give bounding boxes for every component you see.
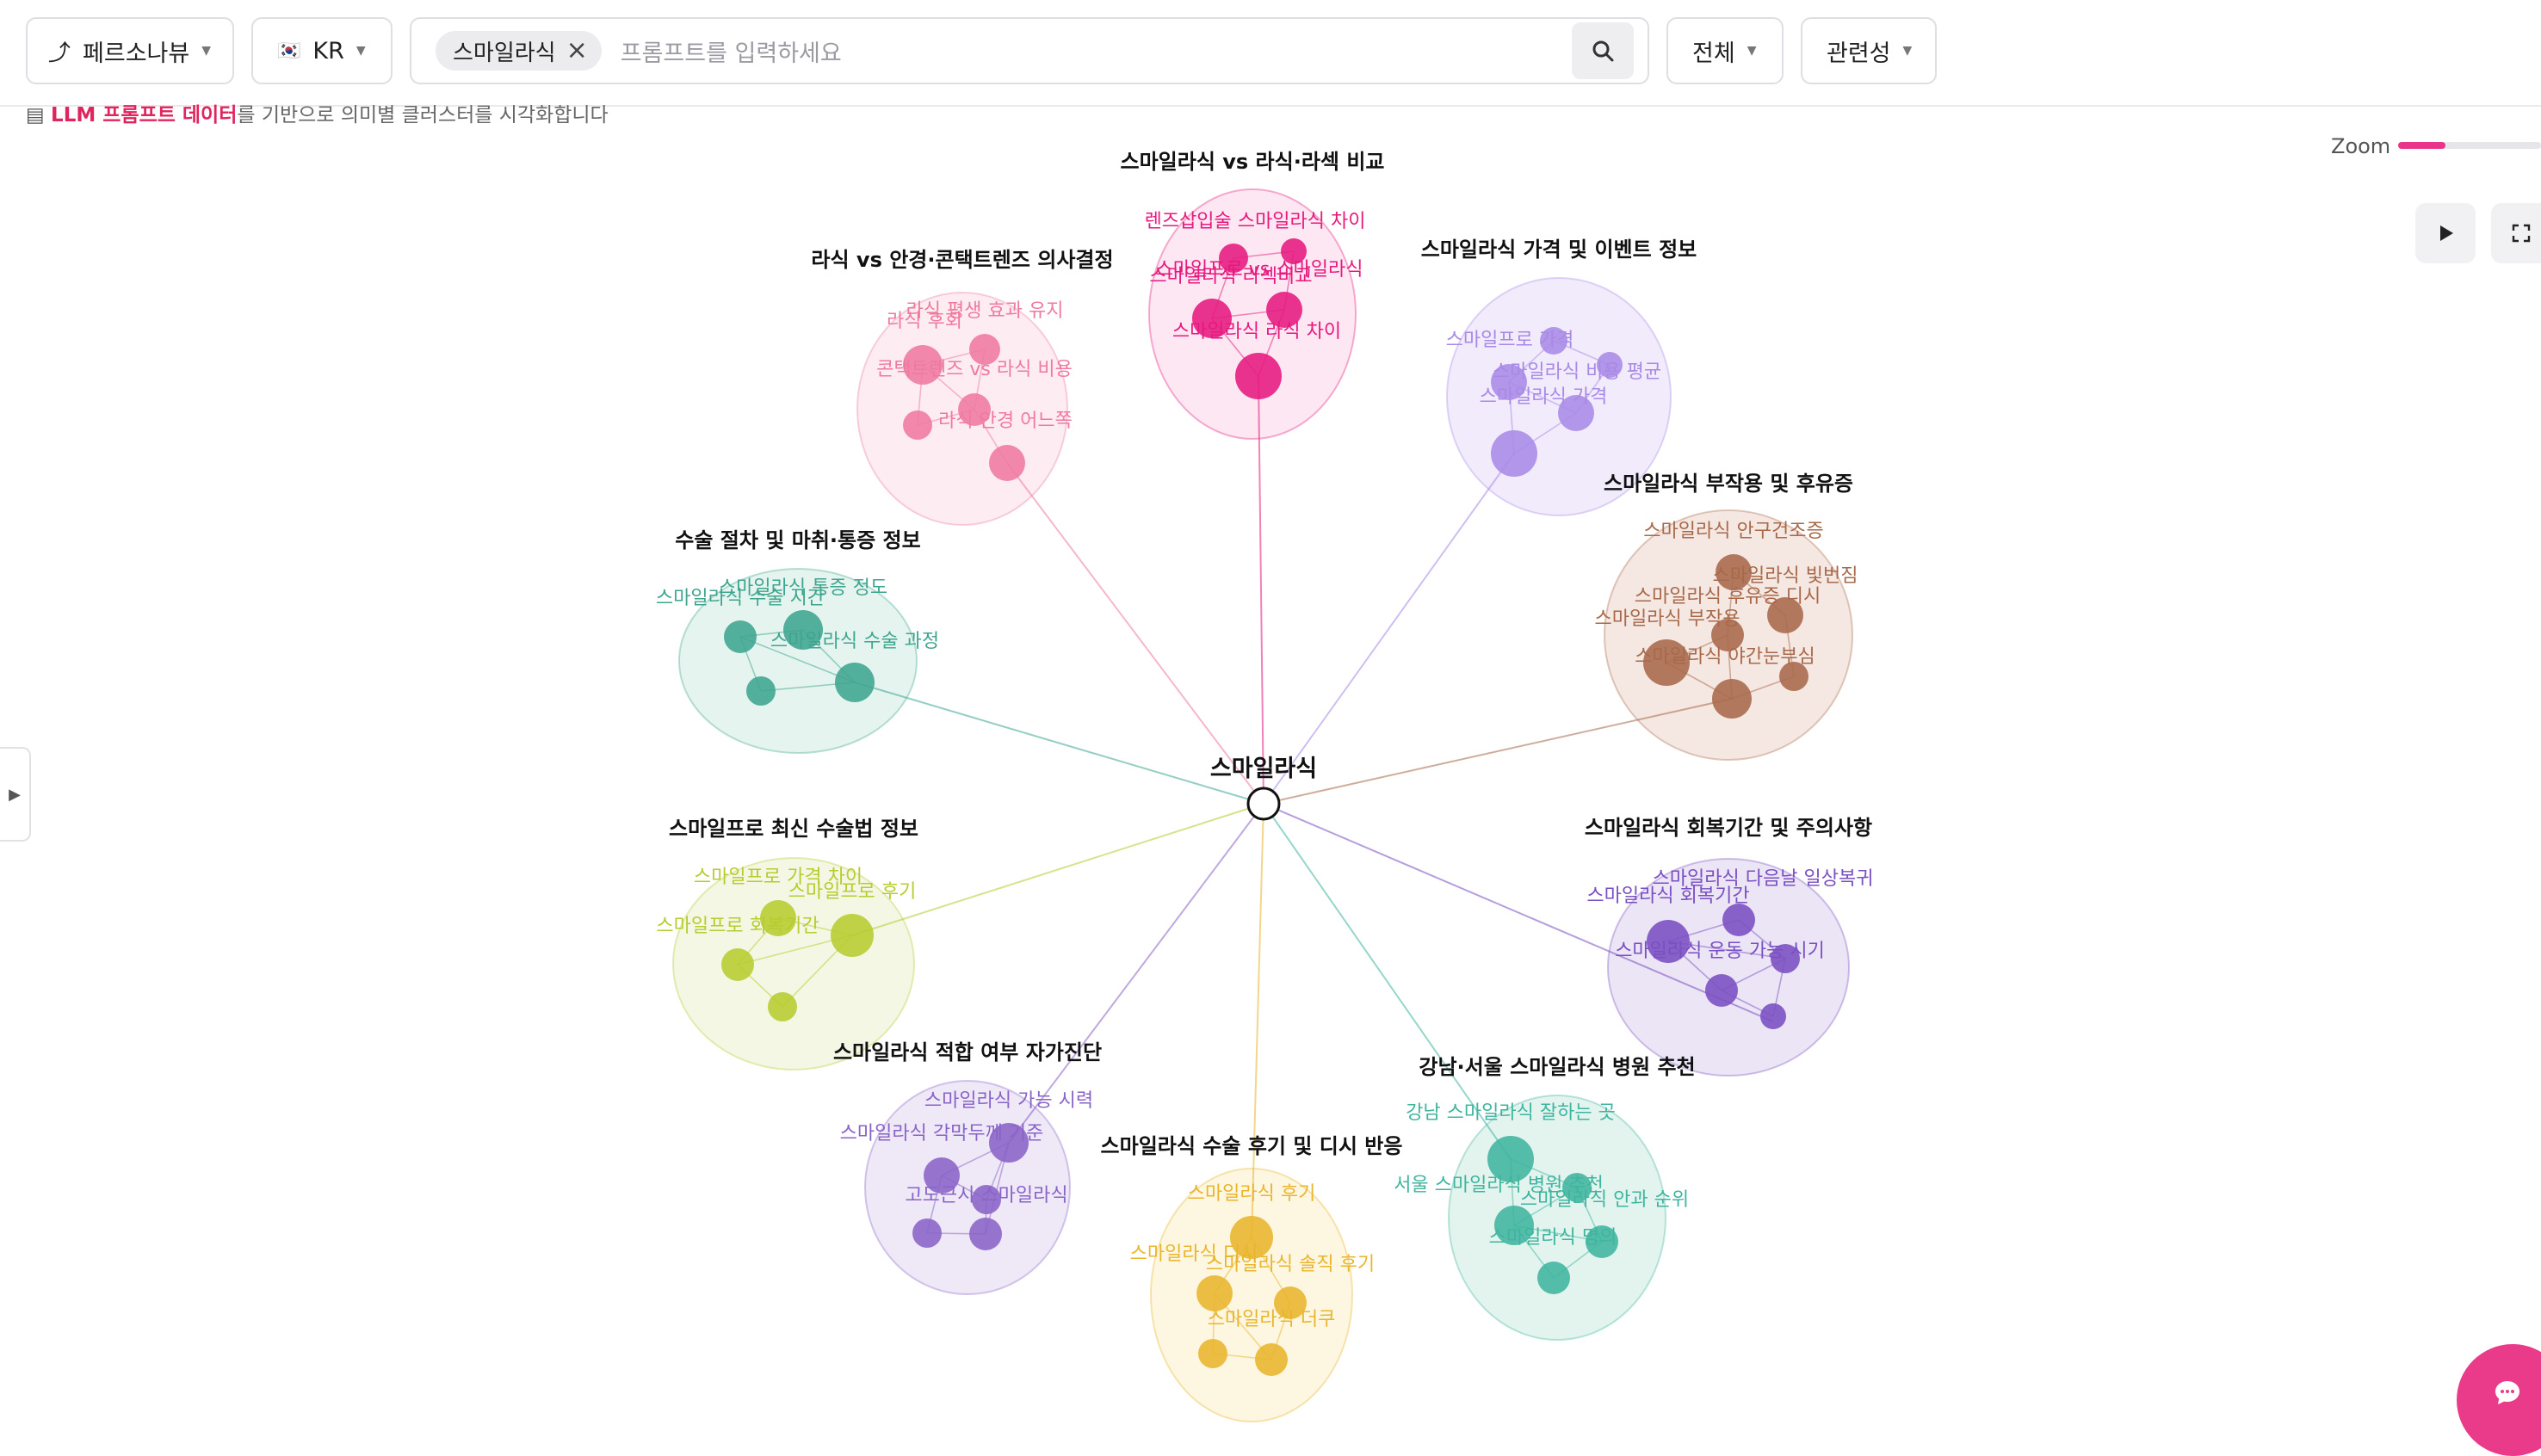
chat-bubble-icon (2495, 1381, 2519, 1404)
prompt-node-label: 스마일라식 솔직 후기 (1206, 1254, 1375, 1275)
center-node-label: 스마일라식 (1210, 756, 1317, 782)
prompt-node-label: 스마일라식 안구건조증 (1643, 521, 1823, 542)
prompt-node[interactable] (724, 620, 757, 653)
cluster-spoke-line (1263, 698, 1733, 805)
prompt-node[interactable] (1537, 1262, 1570, 1294)
prompt-node-label: 스마일라식 더쿠 (1208, 1309, 1336, 1330)
cluster-graph: 렌즈삽입술 스마일라식 차이스마일프로 vs 스마일라식스마일라식 라섹비교스마… (656, 150, 1873, 1422)
prompt-node-label: 스마일라식 회복기간 (1586, 885, 1749, 907)
prompt-node[interactable] (1235, 353, 1282, 399)
prompt-node-label: 스마일라식 각막두께 기준 (840, 1123, 1044, 1144)
prompt-node[interactable] (835, 663, 875, 702)
cluster-title: 스마일프로 최신 수술법 정보 (669, 817, 918, 841)
prompt-node[interactable] (721, 948, 754, 981)
cluster-spoke-line (1258, 375, 1264, 805)
prompt-node[interactable] (1760, 1003, 1786, 1029)
prompt-node-label: 스마일라식 후유증 디시 (1635, 586, 1821, 608)
prompt-node-label: 강남 스마일라식 잘하는 곳 (1406, 1102, 1616, 1124)
prompt-node[interactable] (768, 992, 797, 1021)
cluster-spoke-line (854, 682, 1264, 805)
prompt-node[interactable] (1491, 430, 1537, 477)
prompt-node[interactable] (1705, 974, 1738, 1007)
prompt-node-label: 스마일라식 수술 시간 (656, 588, 825, 609)
cluster-title: 강남·서울 스마일라식 병원 추천 (1419, 1055, 1695, 1079)
prompt-node-label: 고도근시 스마일라식 (905, 1185, 1067, 1206)
cluster-title: 스마일라식 vs 라식·라섹 비교 (1121, 150, 1385, 174)
prompt-node-label: 스마일라식 부작용 (1595, 608, 1740, 630)
prompt-node-label: 콘택트렌즈 vs 라식 비용 (876, 359, 1073, 380)
prompt-node[interactable] (1712, 679, 1752, 719)
prompt-node-label: 스마일라식 가능 시력 (924, 1090, 1093, 1112)
prompt-node[interactable] (912, 1218, 942, 1248)
prompt-node-label: 렌즈삽입술 스마일라식 차이 (1145, 211, 1366, 232)
cluster-spoke-line (1263, 453, 1515, 805)
cluster-title: 스마일라식 가격 및 이벤트 정보 (1421, 238, 1697, 262)
cluster-title: 라식 vs 안경·콘택트렌즈 의사결정 (811, 248, 1113, 272)
prompt-node-label: 스마일라식 라식 차이 (1172, 321, 1341, 342)
cluster-bubble[interactable] (1448, 1095, 1666, 1341)
prompt-node-label: 스마일라식 운동 가능 시기 (1615, 941, 1825, 962)
prompt-node[interactable] (1198, 1339, 1227, 1368)
cluster-title: 스마일라식 수술 후기 및 디시 반응 (1101, 1134, 1403, 1158)
cluster-title: 스마일라식 회복기간 및 주의사항 (1585, 816, 1872, 840)
prompt-node-label: 라식 후회 (887, 311, 962, 332)
prompt-node[interactable] (1722, 904, 1755, 936)
cluster-title: 수술 절차 및 마취·통증 정보 (675, 528, 920, 552)
cluster-title: 스마일라식 부작용 및 후유증 (1604, 472, 1853, 496)
prompt-node-label: 스마일라식 가격 (1480, 386, 1608, 408)
cluster-spoke-line (1006, 462, 1264, 805)
prompt-node[interactable] (1196, 1275, 1233, 1311)
prompt-node-label: 스마일라식 후기 (1188, 1183, 1316, 1205)
prompt-node-label: 스마일라식 야간눈부심 (1635, 646, 1815, 668)
prompt-node-label: 스마일라식 라섹비교 (1149, 266, 1312, 287)
prompt-node-label: 스마일라식 비용 평균 (1493, 361, 1661, 383)
prompt-node[interactable] (831, 914, 874, 957)
prompt-node[interactable] (1255, 1343, 1288, 1376)
center-node[interactable] (1246, 787, 1281, 821)
prompt-node-label: 스마일프로 후기 (788, 881, 917, 903)
prompt-node[interactable] (989, 445, 1025, 481)
prompt-node-label: 스마일프로 가격 (1446, 330, 1574, 351)
prompt-node[interactable] (969, 1218, 1002, 1250)
prompt-node-label: 스마일프로 회복기간 (656, 916, 819, 937)
prompt-node-label: 스마일라식 안과 순위 (1520, 1189, 1689, 1211)
prompt-node-label: 스마일라식 수술 과정 (770, 631, 939, 652)
cluster-title: 스마일라식 적합 여부 자가진단 (833, 1040, 1102, 1064)
prompt-node[interactable] (746, 676, 776, 706)
prompt-node-label: 스마일라식 명의 (1489, 1227, 1617, 1249)
prompt-node-label: 스마일라식 빛번짐 (1713, 565, 1858, 587)
prompt-node-label: 라식 안경 어느쪽 (938, 410, 1073, 432)
prompt-node[interactable] (903, 410, 932, 440)
